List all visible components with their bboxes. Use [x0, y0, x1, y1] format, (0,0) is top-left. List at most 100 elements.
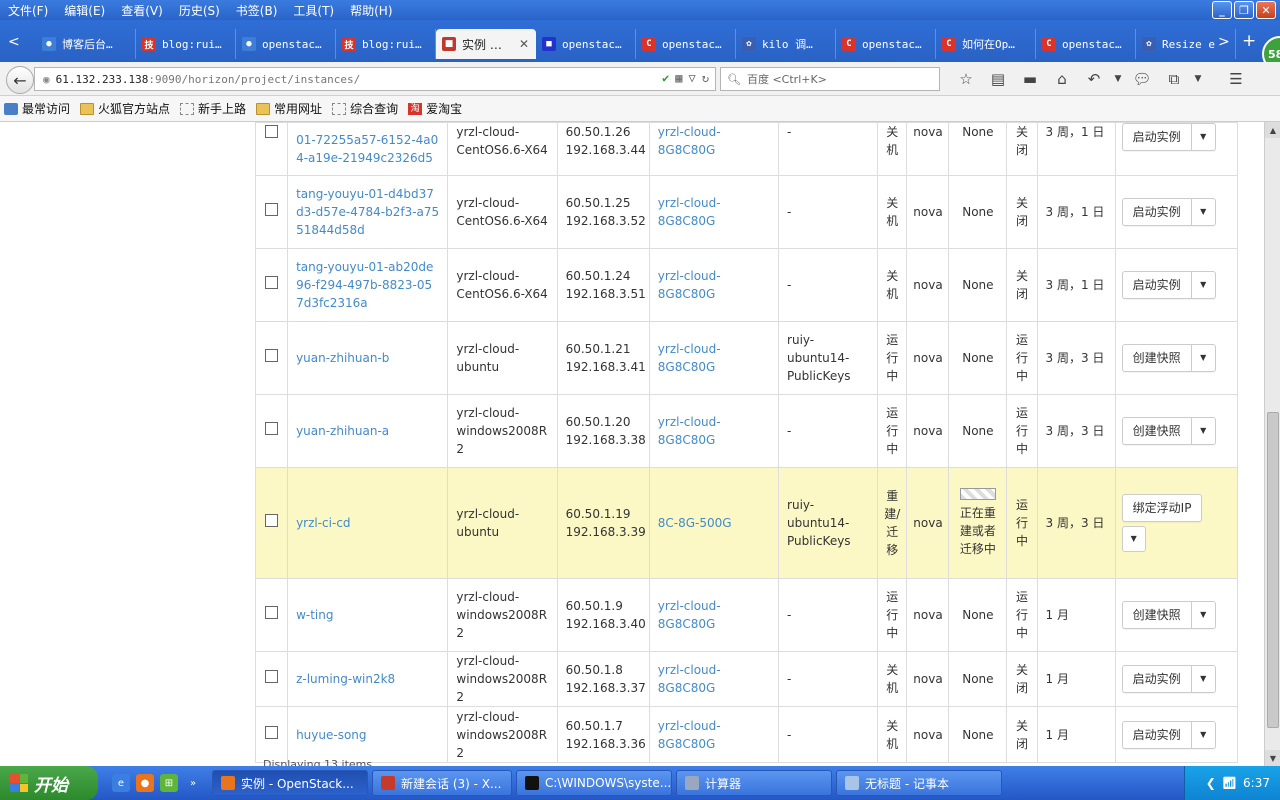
flavor-link[interactable]: yrzl-cloud-8G8C80G	[658, 342, 721, 374]
action-button[interactable]: 创建快照	[1123, 345, 1191, 371]
instance-name-link[interactable]: tang-youyu-01-d4bd37d3-d57e-4784-b2f3-a7…	[296, 187, 439, 237]
instance-name-link[interactable]: yuan-zhihuan-a	[296, 424, 389, 438]
tab-9[interactable]: C 如何在Op…	[936, 29, 1036, 59]
action-button[interactable]: 创建快照	[1123, 418, 1191, 444]
action-button[interactable]: 绑定浮动IP	[1123, 495, 1202, 521]
bookmark-star-icon[interactable]: ☆	[950, 68, 982, 90]
action-dropdown-icon[interactable]: ▼	[1190, 666, 1215, 692]
reload-icon[interactable]: ↻	[702, 71, 709, 85]
search-bar[interactable]: 🔍︎ 百度 <Ctrl+K>	[720, 67, 940, 91]
action-dropdown-icon[interactable]: ▼	[1121, 526, 1146, 552]
ie-icon[interactable]: e	[112, 774, 130, 792]
action-dropdown-icon[interactable]: ▼	[1190, 418, 1215, 444]
menu-item[interactable]: 书签(B)	[228, 2, 286, 19]
flavor-link[interactable]: yrzl-cloud-8G8C80G	[658, 415, 721, 447]
shield-check-icon[interactable]: ✔	[662, 71, 669, 85]
undo-dropdown-icon[interactable]: ▼	[1110, 68, 1126, 90]
taskbar-item[interactable]: 无标题 - 记事本	[836, 770, 1002, 796]
menu-item[interactable]: 文件(F)	[0, 2, 56, 19]
row-checkbox[interactable]	[265, 606, 279, 619]
start-button[interactable]: 开始	[0, 766, 98, 800]
instance-name-link[interactable]: yrzl-ci-cd	[296, 516, 350, 530]
flavor-link[interactable]: yrzl-cloud-8G8C80G	[658, 196, 721, 228]
action-dropdown-icon[interactable]: ▼	[1190, 345, 1215, 371]
minimize-button[interactable]: _	[1212, 1, 1232, 19]
firefox-icon[interactable]: ●	[136, 774, 154, 792]
windows-icon[interactable]: ⊞	[160, 774, 178, 792]
scroll-down-icon[interactable]: ▼	[1265, 750, 1280, 766]
close-button[interactable]: ✕	[1256, 1, 1276, 19]
action-dropdown-icon[interactable]: ▼	[1190, 602, 1215, 628]
tab-4[interactable]: ■ 实例 … ✕	[436, 29, 536, 59]
download-icon[interactable]: ▬	[1014, 68, 1046, 90]
row-checkbox[interactable]	[265, 725, 279, 739]
tab-0[interactable]: ● 博客后台…	[36, 29, 136, 59]
flavor-link[interactable]: yrzl-cloud-8G8C80G	[658, 719, 721, 751]
menu-item[interactable]: 帮助(H)	[342, 2, 400, 19]
row-checkbox[interactable]	[265, 349, 279, 362]
flavor-link[interactable]: yrzl-cloud-8G8C80G	[658, 125, 721, 157]
flavor-link[interactable]: yrzl-cloud-8G8C80G	[658, 663, 721, 695]
qr-code-icon[interactable]: ▦	[675, 71, 682, 85]
row-checkbox[interactable]	[265, 514, 279, 527]
menu-item[interactable]: 工具(T)	[285, 2, 342, 19]
tab-7[interactable]: ✿ kilo 调…	[736, 29, 836, 59]
row-checkbox[interactable]	[265, 670, 279, 683]
tab-3[interactable]: 技 blog:rui…	[336, 29, 436, 59]
menu-item[interactable]: 查看(V)	[113, 2, 171, 19]
instance-name-link[interactable]: 01-72255a57-6152-4a04-a19e-21949c2326d5	[296, 133, 438, 165]
taskbar-item[interactable]: 计算器	[676, 770, 832, 796]
tab-5[interactable]: ■ openstac…	[536, 29, 636, 59]
action-button[interactable]: 启动实例	[1123, 722, 1191, 748]
menu-item[interactable]: 历史(S)	[171, 2, 228, 19]
action-button[interactable]: 启动实例	[1123, 666, 1191, 692]
action-button[interactable]: 启动实例	[1123, 199, 1191, 225]
scroll-thumb[interactable]	[1267, 412, 1279, 728]
action-dropdown-icon[interactable]: ▼	[1190, 124, 1215, 150]
action-button[interactable]: 创建快照	[1123, 602, 1191, 628]
bookmark-item[interactable]: 综合查询	[332, 100, 398, 117]
home-icon[interactable]: ⌂	[1046, 68, 1078, 90]
bookmark-item[interactable]: 常用网址	[256, 100, 322, 117]
instance-name-link[interactable]: yuan-zhihuan-b	[296, 351, 389, 365]
tab-10[interactable]: Copenstac…	[1036, 29, 1136, 59]
bookmark-item[interactable]: 火狐官方站点	[80, 100, 170, 117]
hamburger-menu-icon[interactable]: ☰	[1220, 68, 1252, 90]
flavor-link[interactable]: yrzl-cloud-8G8C80G	[658, 599, 721, 631]
action-dropdown-icon[interactable]: ▼	[1190, 721, 1215, 748]
taskbar-item[interactable]: 实例 - OpenStack...	[212, 770, 368, 796]
action-button[interactable]: 启动实例	[1123, 272, 1191, 298]
instance-name-link[interactable]: huyue-song	[296, 728, 366, 742]
menu-item[interactable]: 编辑(E)	[56, 2, 113, 19]
action-button[interactable]: 启动实例	[1123, 124, 1191, 150]
action-dropdown-icon[interactable]: ▼	[1190, 272, 1215, 298]
taskbar-item[interactable]: 新建会话 (3) - X...	[372, 770, 512, 796]
more-icon[interactable]: »	[184, 774, 202, 792]
bookmark-item[interactable]: 新手上路	[180, 100, 246, 117]
instance-name-link[interactable]: z-luming-win2k8	[296, 672, 395, 686]
tab-2[interactable]: ● openstac…	[236, 29, 336, 59]
row-checkbox[interactable]	[265, 276, 279, 289]
tab-8[interactable]: Copenstac…	[836, 29, 936, 59]
bookmark-item[interactable]: 淘爱淘宝	[408, 100, 462, 117]
action-dropdown-icon[interactable]: ▼	[1190, 199, 1215, 225]
row-checkbox[interactable]	[265, 125, 279, 138]
row-checkbox[interactable]	[265, 422, 279, 435]
tab-1[interactable]: 技 blog:rui…	[136, 29, 236, 59]
instance-name-link[interactable]: w-ting	[296, 608, 333, 622]
tray-arrow-icon[interactable]: ❮	[1206, 776, 1216, 790]
scroll-up-icon[interactable]: ▲	[1265, 122, 1280, 138]
undo-icon[interactable]: ↶	[1078, 68, 1110, 90]
url-bar[interactable]: ◉ 61.132.233.138:9090/horizon/project/in…	[34, 67, 716, 91]
bookmark-item[interactable]: 最常访问	[4, 100, 70, 117]
maximize-button[interactable]: ❐	[1234, 1, 1254, 19]
network-icon[interactable]: 📶︎	[1222, 776, 1237, 790]
flavor-link[interactable]: yrzl-cloud-8G8C80G	[658, 269, 721, 301]
flavor-link[interactable]: 8C-8G-500G	[658, 516, 732, 530]
back-button[interactable]: ←	[6, 66, 34, 94]
tab-6[interactable]: Copenstac…	[636, 29, 736, 59]
dropdown-icon[interactable]: ▽	[689, 71, 696, 85]
tab-scroll-left-icon[interactable]: <	[8, 34, 20, 50]
crop-dropdown-icon[interactable]: ▼	[1190, 68, 1206, 90]
vertical-scrollbar[interactable]: ▲ ▼	[1264, 122, 1280, 766]
